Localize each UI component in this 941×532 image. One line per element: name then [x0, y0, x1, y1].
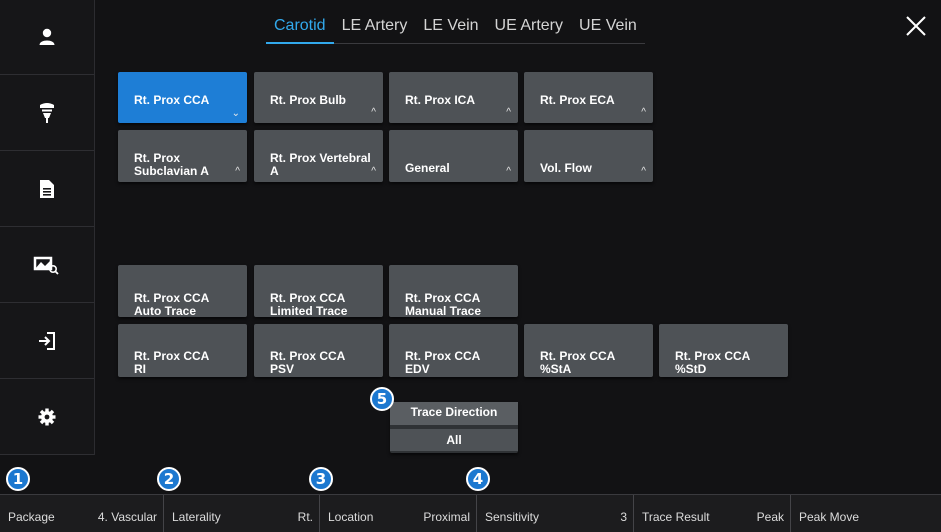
trace-direction-control[interactable]: Trace Direction All [390, 402, 518, 453]
button-label: Rt. Prox CCA PSV [270, 349, 346, 376]
trace-result-value: Peak [756, 510, 784, 524]
settings-icon [38, 408, 56, 426]
sidebar-item-exit[interactable] [0, 304, 94, 379]
package-value: 4. Vascular [97, 510, 157, 524]
chevron-up-icon: ^ [371, 166, 376, 177]
location-label: Location [328, 510, 374, 524]
button-label: Rt. Prox CCA RI [134, 349, 210, 376]
sidebar-item-settings[interactable] [0, 380, 94, 455]
trace-direction-value[interactable]: All [390, 429, 518, 451]
trace-direction-title: Trace Direction [390, 402, 518, 425]
rt-prox-ica-button[interactable]: Rt. Prox ICA ^ [389, 72, 518, 123]
sensitivity-control[interactable]: Sensitivity 3 [477, 495, 634, 532]
sidebar [0, 0, 95, 455]
chevron-up-icon: ^ [506, 166, 511, 177]
trace-result-control[interactable]: Trace Result Peak [634, 495, 791, 532]
image-review-icon [33, 256, 59, 275]
sidebar-item-probe[interactable] [0, 76, 94, 151]
button-label: Rt. Prox CCA %StD [675, 349, 751, 376]
button-label: Rt. Prox CCA [134, 93, 210, 107]
bottom-parameter-bar: Package 4. Vascular Laterality Rt. Locat… [0, 494, 941, 532]
trace-result-label: Trace Result [642, 510, 710, 524]
psv-button[interactable]: Rt. Prox CCA PSV [254, 324, 383, 377]
laterality-value: Rt. [297, 510, 313, 524]
button-label: Rt. Prox Bulb [270, 93, 347, 107]
callout-badge-3: 3 [309, 467, 333, 491]
location-value: Proximal [423, 510, 470, 524]
button-label: Rt. Prox CCA Manual Trace [405, 291, 482, 318]
report-icon [40, 180, 54, 198]
tab-ue-vein[interactable]: UE Vein [571, 14, 645, 44]
callout-badge-2: 2 [157, 467, 181, 491]
package-label: Package [8, 510, 55, 524]
chevron-up-icon: ^ [371, 107, 376, 118]
sidebar-item-patient[interactable] [0, 0, 94, 75]
application-tabs: Carotid LE Artery LE Vein UE Artery UE V… [266, 14, 645, 46]
rt-prox-eca-button[interactable]: Rt. Prox ECA ^ [524, 72, 653, 123]
button-label: General [405, 161, 450, 175]
close-icon [906, 16, 926, 36]
patient-icon [39, 28, 55, 45]
chevron-up-icon: ^ [641, 107, 646, 118]
callout-badge-1: 1 [6, 467, 30, 491]
chevron-down-icon: ⌄ [231, 108, 240, 119]
probe-icon [40, 103, 54, 123]
ri-button[interactable]: Rt. Prox CCA RI [118, 324, 247, 377]
tab-le-artery[interactable]: LE Artery [333, 14, 416, 44]
exit-icon [39, 332, 55, 350]
button-label: Rt. Prox CCA Auto Trace [134, 291, 210, 318]
sta-button[interactable]: Rt. Prox CCA %StA [524, 324, 653, 377]
location-control[interactable]: Location Proximal [320, 495, 477, 532]
sidebar-item-review[interactable] [0, 228, 94, 303]
chevron-up-icon: ^ [641, 166, 646, 177]
sensitivity-label: Sensitivity [485, 510, 540, 524]
callout-badge-4: 4 [466, 467, 490, 491]
button-label: Rt. Prox CCA EDV [405, 349, 481, 376]
callout-badge-5: 5 [370, 387, 394, 411]
chevron-up-icon: ^ [506, 107, 511, 118]
package-control[interactable]: Package 4. Vascular [0, 495, 164, 532]
peak-move-label: Peak Move [799, 510, 860, 524]
tab-carotid[interactable]: Carotid [266, 14, 334, 44]
close-button[interactable] [904, 14, 928, 38]
button-label: Rt. Prox CCA %StA [540, 349, 616, 376]
manual-trace-button[interactable]: Rt. Prox CCA Manual Trace [389, 265, 518, 318]
chevron-up-icon: ^ [235, 166, 240, 177]
laterality-control[interactable]: Laterality Rt. [164, 495, 320, 532]
general-button[interactable]: General ^ [389, 130, 518, 182]
peak-move-control[interactable]: Peak Move [791, 495, 941, 532]
tab-ue-artery[interactable]: UE Artery [486, 14, 572, 44]
tab-le-vein[interactable]: LE Vein [415, 14, 487, 44]
button-label: Rt. Prox CCA Limited Trace [270, 291, 348, 318]
rt-prox-cca-button[interactable]: Rt. Prox CCA ⌄ [118, 72, 247, 123]
button-label: Rt. Prox ECA [540, 93, 615, 107]
vol-flow-button[interactable]: Vol. Flow ^ [524, 130, 653, 182]
edv-button[interactable]: Rt. Prox CCA EDV [389, 324, 518, 377]
sensitivity-value: 3 [620, 510, 627, 524]
button-label: Rt. Prox Subclavian A [134, 151, 209, 178]
button-label: Rt. Prox Vertebral A [270, 151, 371, 178]
sidebar-item-report[interactable] [0, 152, 94, 227]
rt-prox-bulb-button[interactable]: Rt. Prox Bulb ^ [254, 72, 383, 123]
rt-prox-subclavian-button[interactable]: Rt. Prox Subclavian A ^ [118, 130, 247, 182]
laterality-label: Laterality [172, 510, 221, 524]
button-label: Vol. Flow [540, 161, 592, 175]
button-label: Rt. Prox ICA [405, 93, 476, 107]
std-button[interactable]: Rt. Prox CCA %StD [659, 324, 788, 377]
limited-trace-button[interactable]: Rt. Prox CCA Limited Trace [254, 265, 383, 318]
rt-prox-vertebral-button[interactable]: Rt. Prox Vertebral A ^ [254, 130, 383, 182]
auto-trace-button[interactable]: Rt. Prox CCA Auto Trace [118, 265, 247, 318]
